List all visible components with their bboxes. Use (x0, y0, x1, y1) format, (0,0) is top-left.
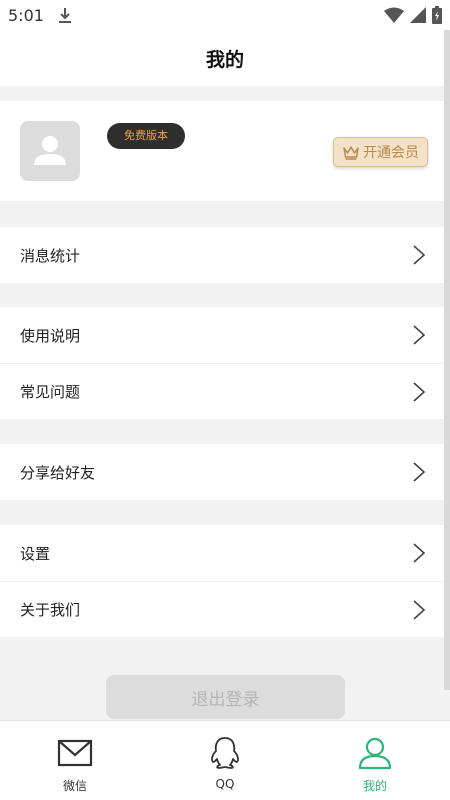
menu-item-settings[interactable]: 设置 (0, 525, 444, 581)
qq-penguin-icon (211, 737, 239, 769)
tab-mine[interactable]: 我的 (300, 721, 450, 800)
chevron-right-icon (413, 245, 426, 265)
chevron-right-icon (413, 600, 426, 620)
tab-label: 微信 (62, 779, 87, 793)
chevron-right-icon (413, 543, 426, 563)
menu-group-stats: 消息统计 (0, 227, 444, 283)
menu-item-label: 常见问题 (20, 383, 81, 401)
chevron-right-icon (413, 382, 426, 402)
crown-icon (343, 146, 359, 160)
free-version-badge: 免费版本 (107, 123, 185, 149)
avatar[interactable] (20, 121, 80, 181)
battery-icon (432, 6, 442, 24)
tab-wechat[interactable]: 微信 (0, 721, 150, 800)
menu-item-label: 关于我们 (20, 601, 81, 619)
menu-item-label: 消息统计 (20, 246, 81, 265)
bottom-tab-bar: 微信 QQ 我的 (0, 720, 450, 800)
default-avatar-icon (34, 136, 66, 165)
menu-item-label: 设置 (20, 544, 51, 563)
signal-icon (410, 7, 426, 23)
menu-group-help: 使用说明 常见问题 (0, 307, 444, 419)
menu-item-share[interactable]: 分享给好友 (0, 444, 444, 500)
vip-button-label: 开通会员 (363, 145, 419, 161)
mail-icon (57, 739, 93, 767)
tab-label: QQ (215, 777, 235, 791)
menu-item-label: 分享给好友 (20, 463, 96, 482)
menu-group-share: 分享给好友 (0, 444, 444, 500)
tab-qq[interactable]: QQ (150, 721, 300, 800)
page-title-text: 我的 (205, 48, 244, 71)
vip-button[interactable]: 开通会员 (333, 137, 428, 167)
tab-label: 我的 (362, 779, 387, 793)
scrollbar[interactable] (444, 30, 450, 690)
page-title: 我的 (0, 30, 450, 86)
menu-item-message-stats[interactable]: 消息统计 (0, 227, 444, 283)
menu-item-faq[interactable]: 常见问题 (0, 363, 444, 419)
chevron-right-icon (413, 325, 426, 345)
status-time: 5:01 (8, 5, 44, 25)
menu-item-instructions[interactable]: 使用说明 (0, 307, 444, 363)
menu-item-about[interactable]: 关于我们 (0, 581, 444, 637)
menu-group-settings: 设置 关于我们 (0, 525, 444, 637)
logout-button[interactable]: 退出登录 (106, 675, 345, 719)
user-icon (358, 737, 392, 770)
chevron-right-icon (413, 462, 426, 482)
profile-card: 免费版本 开通会员 (0, 101, 444, 201)
wifi-icon (384, 7, 404, 23)
download-icon (58, 8, 71, 23)
status-bar: 5:01 (0, 0, 450, 30)
menu-item-label: 使用说明 (20, 326, 81, 345)
